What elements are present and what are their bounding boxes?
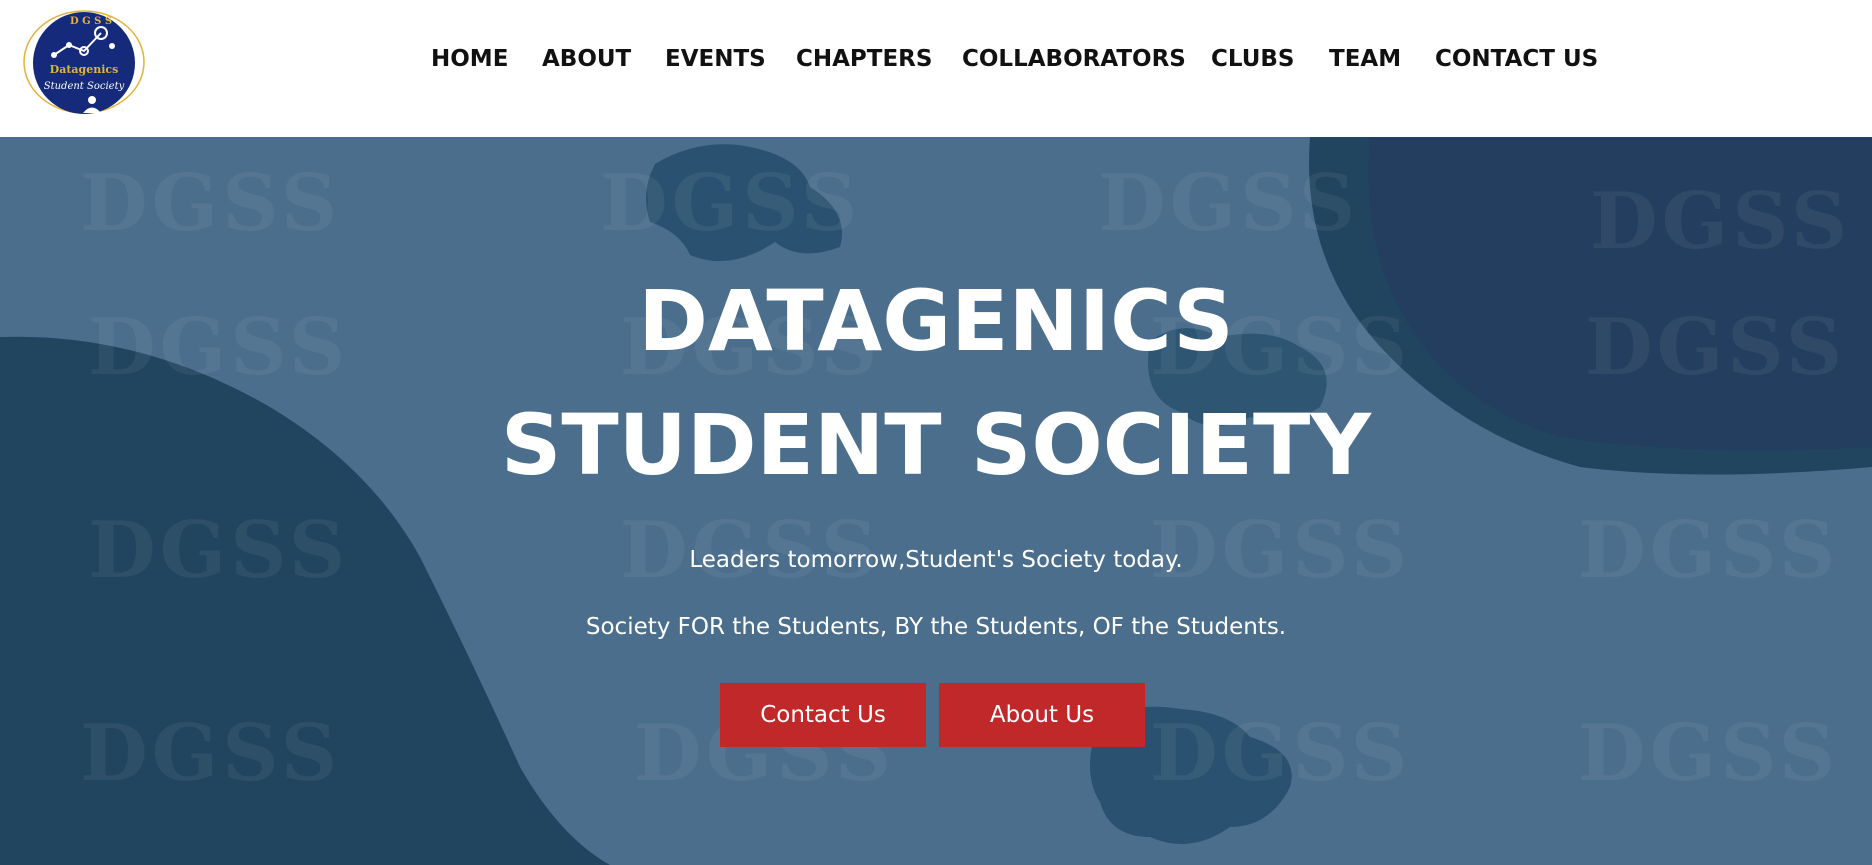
hero-title-line1: DATAGENICS	[638, 272, 1234, 370]
hero-section: DGSS DGSS DGSS DGSS DGSS DGSS DGSS DGSS …	[0, 137, 1872, 865]
main-nav: HOME ABOUT EVENTS CHAPTERS COLLABORATORS…	[0, 0, 1872, 120]
watermark-text: DGSS	[80, 708, 342, 799]
site-header: D G S S Datagenics Student Society HOME …	[0, 0, 1872, 137]
nav-team[interactable]: TEAM	[1329, 44, 1401, 74]
watermark-text: DGSS	[600, 158, 862, 249]
contact-us-button[interactable]: Contact Us	[720, 683, 926, 747]
watermark-text: DGSS	[80, 158, 342, 249]
nav-home[interactable]: HOME	[431, 44, 508, 74]
watermark-text: DGSS	[1150, 708, 1412, 799]
watermark-text: DGSS	[1098, 158, 1360, 249]
nav-events[interactable]: EVENTS	[665, 44, 766, 74]
nav-contact-us[interactable]: CONTACT US	[1435, 44, 1598, 74]
hero-tagline-1: Leaders tomorrow,Student's Society today…	[689, 547, 1183, 573]
nav-collaborators[interactable]: COLLABORATORS	[962, 44, 1186, 74]
nav-chapters[interactable]: CHAPTERS	[796, 44, 932, 74]
nav-about[interactable]: ABOUT	[542, 44, 631, 74]
watermark-text: DGSS	[1578, 708, 1840, 799]
watermark-text: DGSS	[1590, 176, 1852, 267]
about-us-button[interactable]: About Us	[939, 683, 1145, 747]
hero-tagline-2: Society FOR the Students, BY the Student…	[585, 614, 1287, 640]
nav-clubs[interactable]: CLUBS	[1211, 44, 1295, 74]
hero-title-line2: STUDENT SOCIETY	[500, 396, 1372, 494]
